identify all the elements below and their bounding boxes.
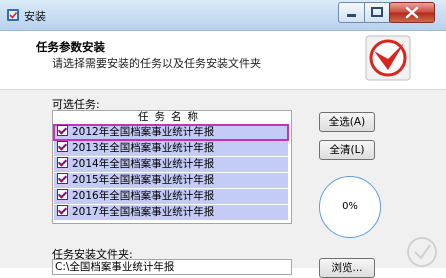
installer-icon [7,9,19,21]
task-label: 2013年全国档案事业统计年报 [72,142,215,154]
minimize-button[interactable] [338,2,364,23]
task-label: 2016年全国档案事业统计年报 [72,190,215,202]
page-title: 任务参数安装 [36,40,105,54]
progress-indicator: 0% [319,176,381,238]
close-button[interactable] [389,2,435,23]
install-folder-input[interactable]: C:\全国档案事业统计年报 [52,259,292,275]
task-checkbox[interactable] [57,189,68,200]
task-row[interactable]: 2014年全国档案事业统计年报 [54,157,288,172]
watermark-logo [407,237,437,267]
task-checkbox[interactable] [57,173,68,184]
task-row[interactable]: 2013年全国档案事业统计年报 [54,141,288,156]
task-list-header: 任务名称 [53,111,289,125]
window-title: 安装 [24,10,46,23]
task-checkbox[interactable] [57,157,68,168]
task-checkbox[interactable] [57,125,68,136]
minimize-icon [347,14,356,17]
task-row[interactable]: 2012年全国档案事业统计年报 [53,124,289,141]
close-icon [405,6,419,19]
maximize-icon [371,7,383,17]
task-label: 2014年全国档案事业统计年报 [72,158,215,170]
task-label: 2015年全国档案事业统计年报 [72,174,215,186]
task-row[interactable]: 2017年全国档案事业统计年报 [54,205,288,220]
red-checkmark-logo [365,35,411,81]
task-row[interactable]: 2015年全国档案事业统计年报 [54,173,288,188]
maximize-button[interactable] [364,2,390,23]
task-label: 2012年全国档案事业统计年报 [72,126,215,138]
select-all-button[interactable]: 全选(A) [319,112,375,132]
clear-all-button[interactable]: 全清(L) [319,140,375,160]
task-checkbox[interactable] [57,205,68,216]
page-subtitle: 请选择需要安装的任务以及任务安装文件夹 [52,57,261,70]
task-checkbox[interactable] [57,141,68,152]
task-label: 2017年全国档案事业统计年报 [72,206,215,218]
task-row[interactable]: 2016年全国档案事业统计年报 [54,189,288,204]
